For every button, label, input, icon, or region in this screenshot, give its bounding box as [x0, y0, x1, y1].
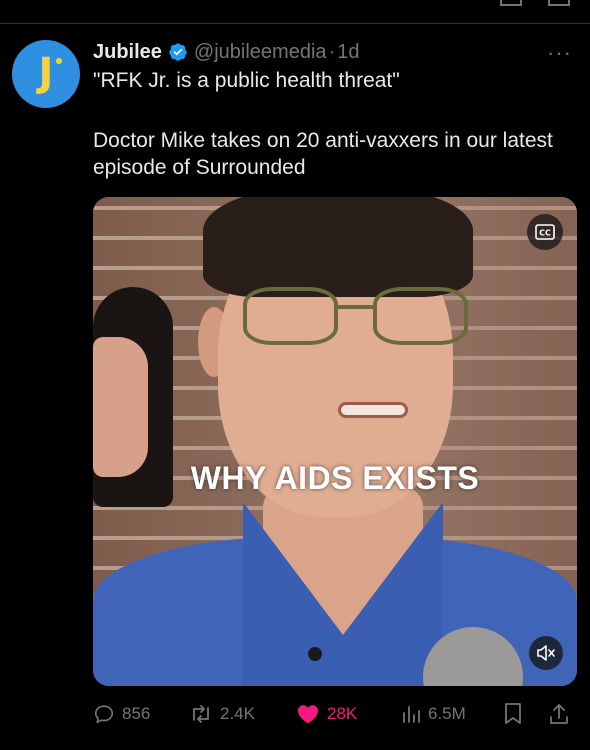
author-handle[interactable]: @jubileemedia — [194, 41, 327, 64]
bystander-face — [93, 337, 148, 477]
tweet-time[interactable]: 1d — [337, 41, 359, 64]
like-icon — [296, 703, 320, 725]
repost-button[interactable]: 2.4K — [189, 700, 255, 728]
more-icon[interactable]: ··· — [547, 40, 572, 66]
tweet-text-quote: "RFK Jr. is a public health threat" — [93, 69, 400, 92]
previous-tweet-strip — [0, 0, 590, 24]
reply-button[interactable]: 856 — [93, 700, 150, 728]
like-count: 28K — [327, 704, 358, 723]
svg-text:CC: CC — [539, 229, 551, 238]
speaker-hair — [203, 197, 473, 297]
tweet-header: Jubilee @jubileemedia · 1d — [93, 39, 359, 65]
share-button[interactable] — [548, 700, 570, 728]
avatar[interactable]: J — [12, 40, 80, 108]
bookmark-icon — [503, 702, 523, 726]
cc-icon[interactable]: CC — [527, 214, 563, 250]
views-button[interactable]: 6.5M — [401, 700, 466, 728]
share-icon — [548, 702, 570, 726]
like-button[interactable]: 28K — [296, 700, 357, 728]
header-separator: · — [328, 40, 336, 63]
avatar-letter: J — [38, 50, 54, 96]
repost-icon — [189, 703, 213, 725]
lapel-mic — [308, 647, 322, 661]
repost-count: 2.4K — [220, 704, 255, 723]
speaker-glasses — [243, 287, 483, 347]
reply-icon — [93, 703, 115, 725]
video-caption: WHY AIDS EXISTS — [190, 460, 480, 496]
tweet-text-body: Doctor Mike takes on 20 anti-vaxxers in … — [93, 129, 553, 179]
bookmark-button[interactable] — [503, 700, 523, 728]
avatar-dot — [56, 58, 62, 64]
speaker-mouth — [338, 402, 408, 418]
glasses-lens-right — [373, 287, 468, 345]
views-icon — [401, 703, 421, 725]
previous-share-icon — [548, 0, 570, 6]
action-bar: 856 2.4K 28K 6.5M — [93, 700, 579, 728]
mute-icon[interactable] — [529, 636, 563, 670]
author-name[interactable]: Jubilee — [93, 41, 162, 64]
video-player[interactable]: WHY AIDS EXISTS CC — [93, 197, 577, 686]
glasses-bridge — [336, 305, 374, 309]
previous-bookmark-icon — [500, 0, 522, 6]
verified-badge-icon — [168, 42, 188, 62]
views-count: 6.5M — [428, 704, 466, 723]
glasses-lens-left — [243, 287, 338, 345]
reply-count: 856 — [122, 704, 151, 723]
